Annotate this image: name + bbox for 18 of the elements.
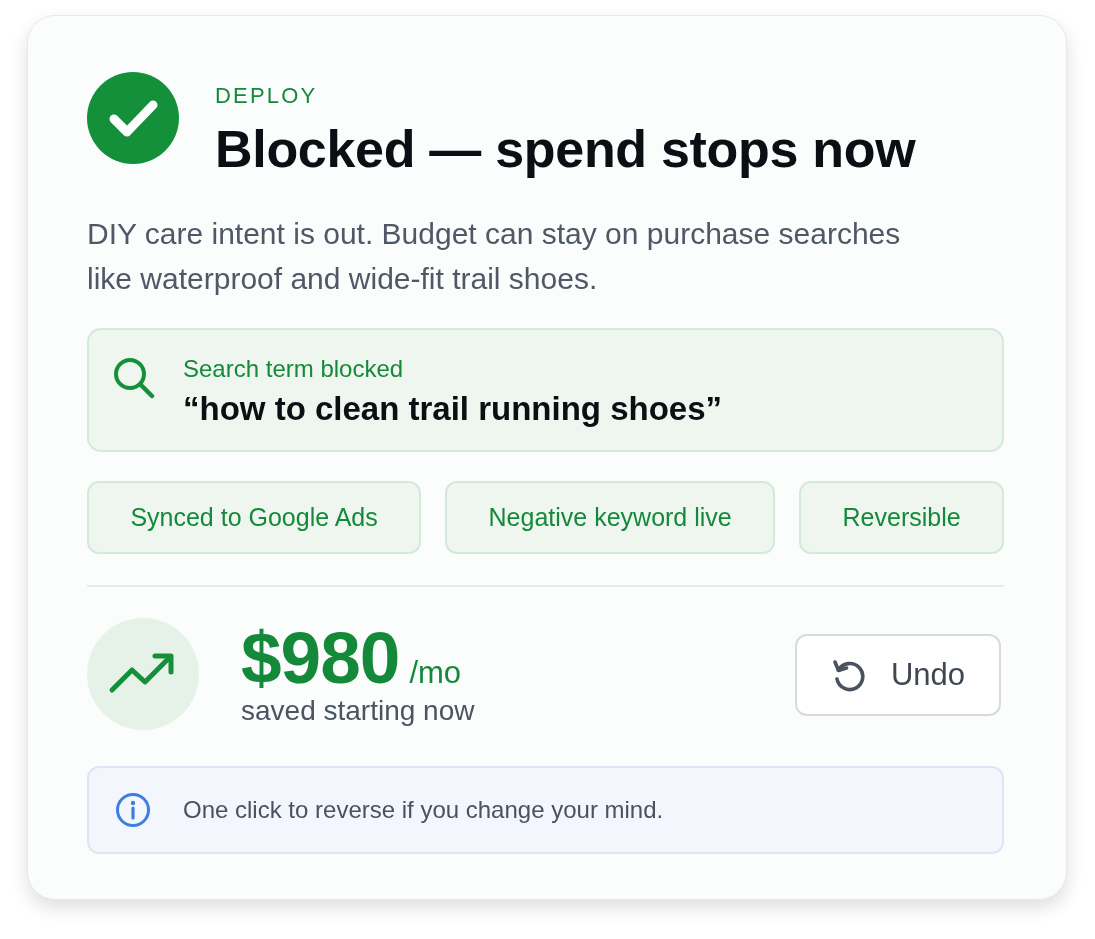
info-text: One click to reverse if you change your mind. (183, 796, 664, 824)
undo-icon (830, 658, 865, 692)
description-text: DIY care intent is out. Budget can stay on purchase searches like waterproof and wide-fit trail shoes. (87, 216, 902, 297)
search-icon (113, 357, 155, 399)
info-icon (115, 792, 151, 828)
check-circle-icon (87, 72, 179, 164)
undo-button[interactable]: Undo (795, 634, 1001, 716)
trend-up-icon (87, 618, 199, 730)
savings-unit: /mo (409, 656, 462, 690)
savings-amount: $980 (241, 621, 400, 695)
term-label: Search term blocked (183, 354, 405, 384)
savings-caption: saved starting now (241, 695, 476, 727)
eyebrow-label: DEPLOY (215, 83, 319, 109)
status-chip: Synced to Google Ads (87, 481, 422, 554)
status-chip: Reversible (799, 481, 1004, 554)
search-term-text: “how to clean trail running shoes” (183, 389, 723, 429)
status-chip: Negative keyword live (445, 481, 776, 554)
title-heading: Blocked — spend stops now (215, 119, 916, 179)
